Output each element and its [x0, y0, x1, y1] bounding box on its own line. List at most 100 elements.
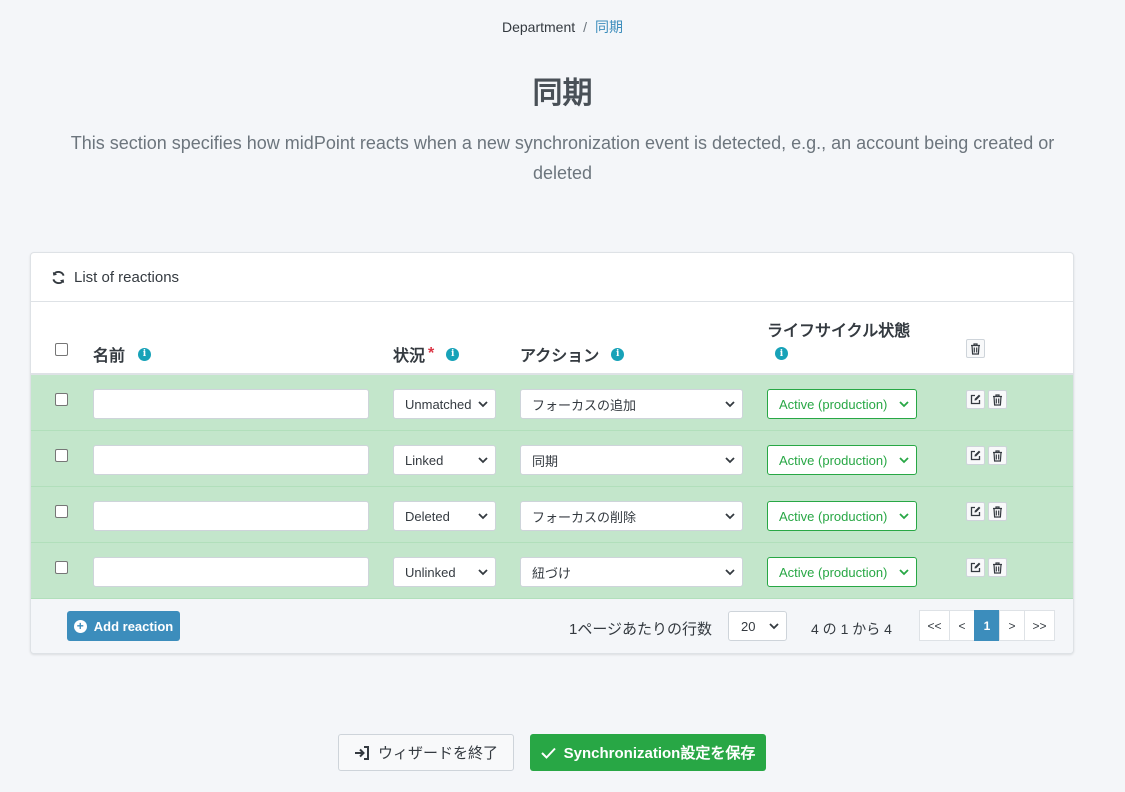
chevron-down-icon [899, 569, 909, 576]
card-title: List of reactions [74, 268, 180, 286]
breadcrumb-parent[interactable]: Department [502, 19, 575, 35]
action-value: 同期 [532, 453, 559, 469]
edit-icon [970, 450, 981, 461]
info-icon[interactable]: i [775, 347, 788, 360]
page-prev-button[interactable]: < [949, 610, 975, 641]
situation-select[interactable]: Unmatched [393, 389, 496, 419]
trash-icon [993, 561, 1002, 574]
action-select[interactable]: 同期 [520, 445, 743, 475]
column-situation-label: 状況 [393, 348, 426, 365]
lifecycle-value: Active (production) [779, 452, 888, 468]
add-reaction-button[interactable]: + Add reaction [67, 611, 180, 641]
chevron-down-icon [478, 401, 488, 408]
lifecycle-value: Active (production) [779, 564, 888, 580]
edit-icon [970, 394, 981, 405]
info-icon[interactable]: i [138, 347, 152, 361]
exit-wizard-button[interactable]: ウィザードを終了 [338, 734, 514, 771]
page-next-button[interactable]: > [999, 610, 1025, 641]
delete-button[interactable] [988, 502, 1007, 521]
plus-circle-icon: + [73, 619, 87, 633]
situation-value: Deleted [405, 508, 450, 524]
info-icon[interactable]: i [446, 347, 460, 361]
breadcrumb-separator: / [583, 19, 588, 35]
edit-button[interactable] [966, 390, 985, 409]
table-row: Unmatched フォーカスの追加 Active (production) [31, 375, 1073, 431]
card-header: List of reactions [31, 253, 1073, 302]
chevron-down-icon [478, 569, 488, 576]
action-select[interactable]: 紐づけ [520, 557, 743, 587]
check-icon [540, 747, 556, 759]
name-input[interactable] [93, 389, 369, 419]
delete-button[interactable] [988, 558, 1007, 577]
pagination: << < 1 > >> [919, 610, 1055, 641]
trash-icon [971, 342, 980, 355]
chevron-down-icon [725, 457, 735, 464]
chevron-down-icon [725, 513, 735, 520]
table-header: 名前 i 状況 * i アクション i ライフサイクル状態 i [31, 302, 1073, 375]
rows-per-page-value: 20 [741, 618, 756, 634]
lifecycle-value: Active (production) [779, 396, 888, 412]
lifecycle-select[interactable]: Active (production) [767, 389, 917, 419]
delete-button[interactable] [988, 446, 1007, 465]
table-row: Unlinked 紐づけ Active (production) [31, 543, 1073, 599]
lifecycle-select[interactable]: Active (production) [767, 501, 917, 531]
chevron-down-icon [478, 513, 488, 520]
trash-icon [993, 505, 1002, 518]
name-input[interactable] [93, 445, 369, 475]
lifecycle-select[interactable]: Active (production) [767, 557, 917, 587]
trash-icon [993, 393, 1002, 406]
situation-select[interactable]: Deleted [393, 501, 496, 531]
row-checkbox[interactable] [55, 505, 68, 518]
sign-in-icon [354, 745, 369, 760]
edit-icon [970, 506, 981, 517]
chevron-down-icon [899, 457, 909, 464]
row-checkbox[interactable] [55, 561, 68, 574]
edit-button[interactable] [966, 558, 985, 577]
required-mark: * [428, 345, 435, 362]
action-select[interactable]: フォーカスの削除 [520, 501, 743, 531]
lifecycle-select[interactable]: Active (production) [767, 445, 917, 475]
delete-selected-button[interactable] [966, 339, 985, 358]
select-all-checkbox[interactable] [55, 343, 68, 356]
column-header-situation: 状況 * i [393, 342, 460, 366]
item-count-label: 4 の 1 から 4 [811, 621, 892, 637]
delete-button[interactable] [988, 390, 1007, 409]
action-value: フォーカスの追加 [532, 397, 637, 413]
reactions-card: List of reactions 名前 i 状況 * i アクション i ライ… [30, 252, 1074, 654]
table-row: Linked 同期 Active (production) [31, 431, 1073, 487]
page-title: 同期 [532, 77, 593, 110]
page-last-button[interactable]: >> [1024, 610, 1055, 641]
breadcrumb-current[interactable]: 同期 [595, 19, 623, 35]
page-1-button[interactable]: 1 [974, 610, 1000, 641]
edit-button[interactable] [966, 446, 985, 465]
action-select[interactable]: フォーカスの追加 [520, 389, 743, 419]
page-description: This section specifies how midPoint reac… [70, 133, 1055, 183]
situation-value: Unmatched [405, 396, 472, 412]
chevron-down-icon [769, 623, 779, 630]
row-checkbox[interactable] [55, 449, 68, 462]
page-first-button[interactable]: << [919, 610, 950, 641]
column-header-name: 名前 i [93, 342, 152, 366]
lifecycle-value: Active (production) [779, 508, 888, 524]
info-icon[interactable]: i [611, 347, 625, 361]
save-synchronization-button[interactable]: Synchronization設定を保存 [530, 734, 766, 771]
situation-value: Linked [405, 452, 444, 468]
add-reaction-label: Add reaction [93, 618, 174, 634]
exit-wizard-label: ウィザードを終了 [377, 745, 498, 762]
rows-per-page-select[interactable]: 20 [728, 611, 787, 641]
column-header-action: アクション i [520, 342, 625, 366]
chevron-down-icon [899, 513, 909, 520]
table-row: Deleted フォーカスの削除 Active (production) [31, 487, 1073, 543]
row-checkbox[interactable] [55, 393, 68, 406]
situation-select[interactable]: Linked [393, 445, 496, 475]
table-footer: + Add reaction 1ページあたりの行数 20 4 の 1 から 4 … [31, 599, 1073, 653]
edit-button[interactable] [966, 502, 985, 521]
name-input[interactable] [93, 501, 369, 531]
situation-value: Unlinked [405, 564, 456, 580]
situation-select[interactable]: Unlinked [393, 557, 496, 587]
name-input[interactable] [93, 557, 369, 587]
chevron-down-icon [725, 401, 735, 408]
save-synchronization-label: Synchronization設定を保存 [563, 745, 756, 762]
rows-per-page-label: 1ページあたりの行数 [569, 621, 713, 638]
breadcrumb: Department / 同期 [0, 17, 1125, 37]
